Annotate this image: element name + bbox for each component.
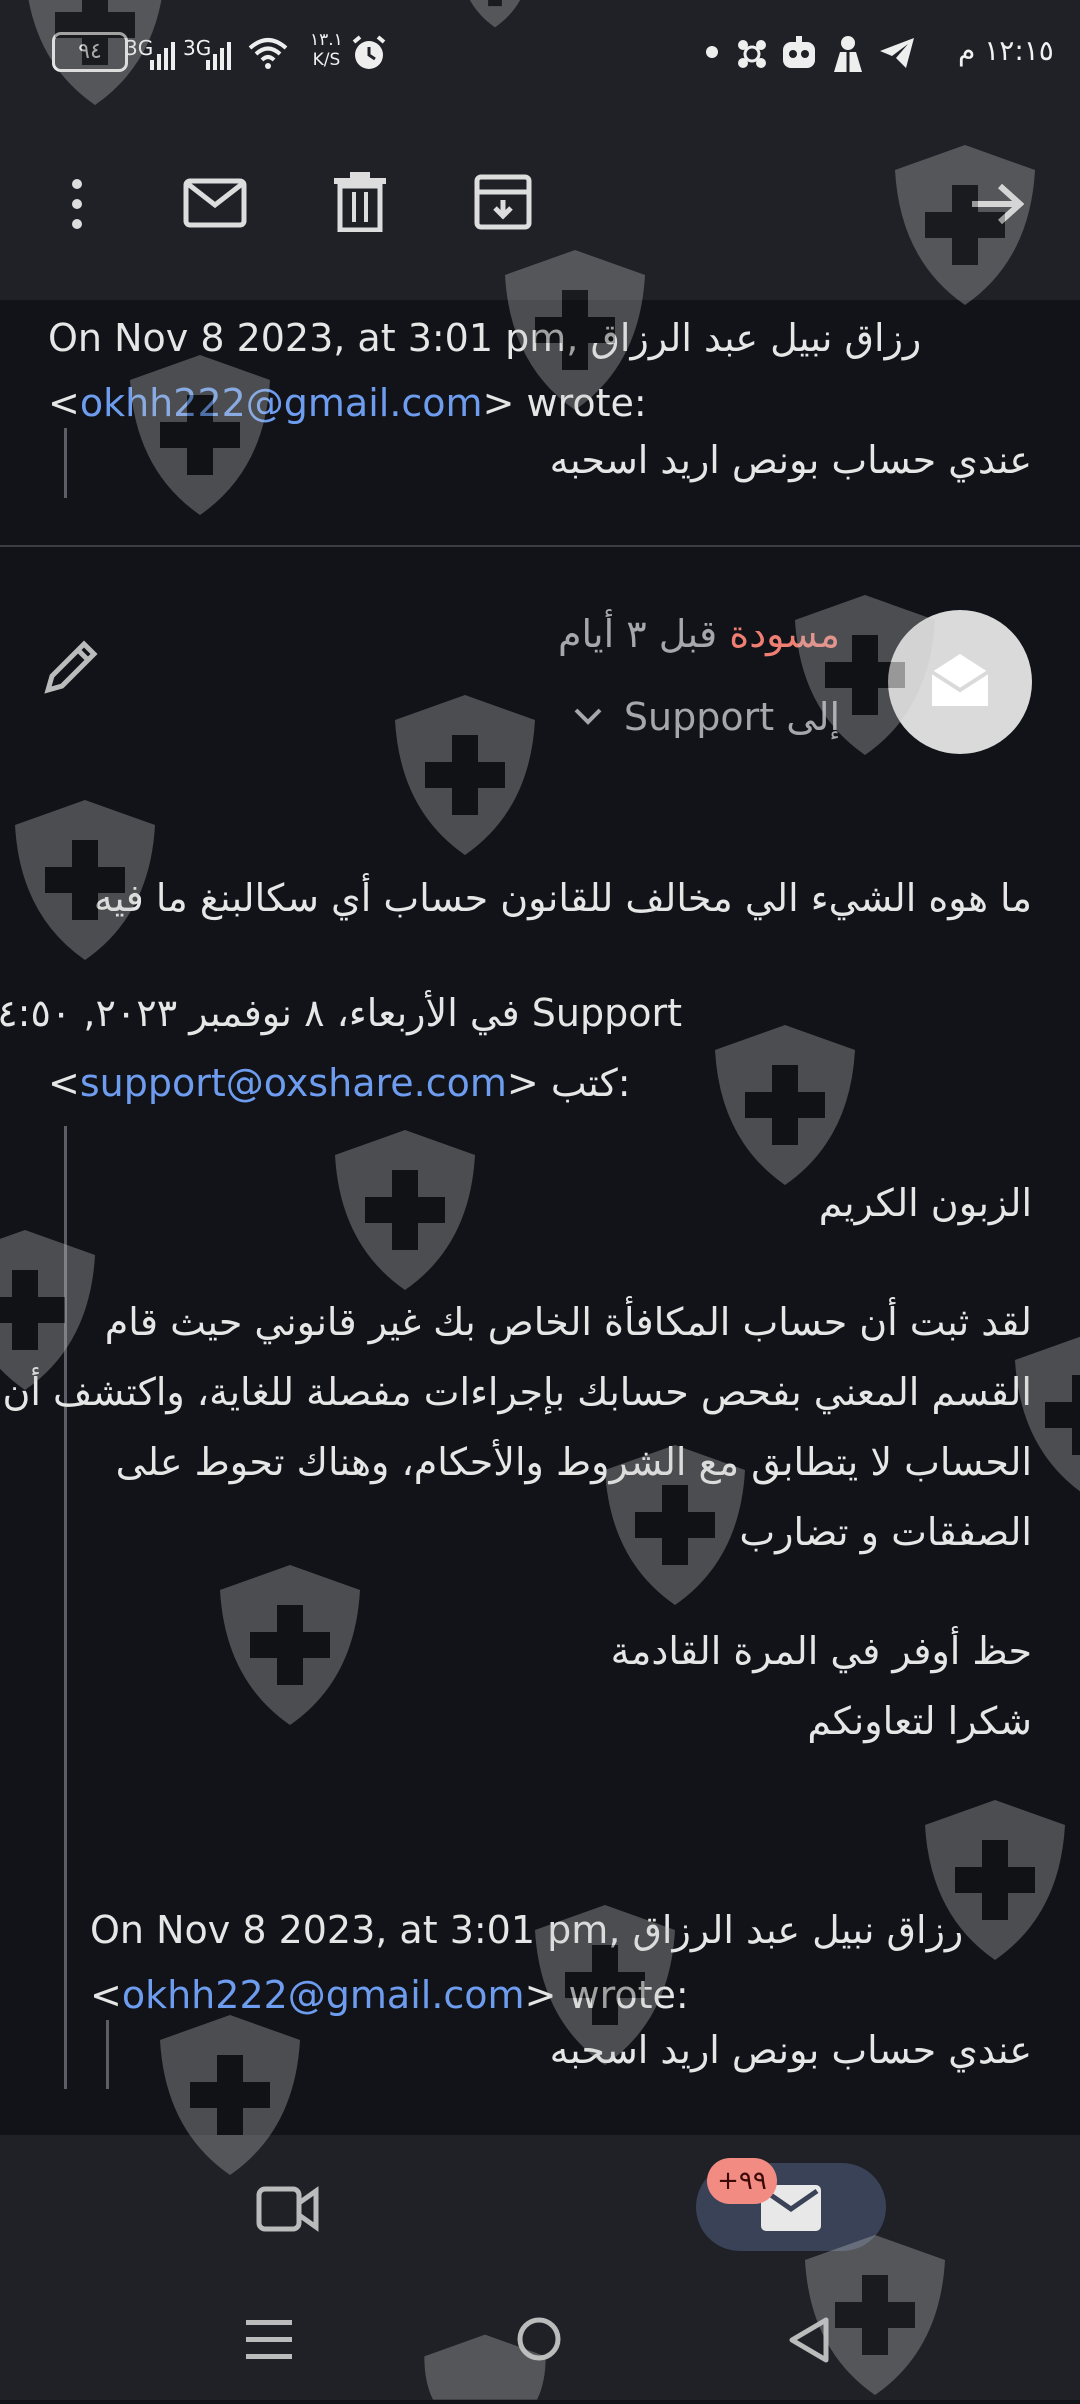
- video-camera-icon[interactable]: [256, 2183, 320, 2239]
- more-vert-icon[interactable]: [62, 174, 92, 234]
- attribution-date: On Nov 8 2023, at 3:01 pm,: [48, 316, 579, 360]
- status-bar: ٩٤ 3G 3G ١٣.١ K/S ١٢:١٥ م: [0, 0, 1080, 110]
- robot-app-icon: [780, 34, 818, 76]
- attribution-date: On Nov 8 2023, at 3:01 pm,: [90, 1908, 621, 1952]
- support-email-link[interactable]: support@oxshare.com: [80, 1061, 507, 1105]
- reply-sender: Support: [531, 991, 682, 1035]
- recipient-row[interactable]: إلى Support: [624, 692, 840, 742]
- back-icon[interactable]: [786, 2316, 830, 2368]
- email-link[interactable]: okhh222@gmail.com: [80, 381, 483, 425]
- alarm-icon: [350, 34, 388, 76]
- delete-icon[interactable]: [334, 172, 386, 232]
- watermark-shield-icon: [330, 1125, 480, 1295]
- network-speed: ١٣.١ K/S: [310, 30, 343, 70]
- chevron-down-icon[interactable]: [572, 704, 604, 732]
- nested-email-line: <okhh222@gmail.com> wrote:: [90, 1970, 689, 2020]
- paragraph-line: الحساب لا يتطابق مع الشروط والأحكام، وهن…: [115, 1440, 1032, 1484]
- bottom-navigation: [0, 2135, 1080, 2280]
- edit-pencil-icon[interactable]: [42, 636, 102, 700]
- paragraph-line: القسم المعني بفحص حسابك بإجراءات مفصلة ل…: [2, 1370, 1032, 1414]
- archive-icon[interactable]: [474, 174, 532, 230]
- closing-line: شكرا لتعاونكم: [807, 1699, 1032, 1743]
- attribution-name: رزاق نبيل عبد الرزاق: [590, 316, 922, 360]
- wrote-label: > wrote:: [524, 1973, 689, 2017]
- angle-open: <: [48, 1061, 80, 1105]
- signal-bars-icon: [206, 40, 232, 74]
- app-notification-icon: [734, 36, 770, 76]
- quote-bar: [64, 428, 67, 498]
- reply-attribution: Support في الأربعاء، ٨ نوفمبر ٢٠٢٣, ٤:٥٠…: [0, 988, 682, 1038]
- unread-count-badge: +٩٩: [707, 2158, 777, 2204]
- angle-open: <: [48, 381, 80, 425]
- notification-dot-icon: [706, 46, 718, 58]
- draft-header: مسودة قبل ٣ أيام: [558, 609, 840, 659]
- signal-bars-icon: [150, 40, 176, 74]
- telegram-icon: [878, 36, 916, 74]
- wrote-label: > wrote:: [482, 381, 647, 425]
- wrote-label: > كتب:: [506, 1061, 631, 1105]
- closing-line: حظ أوفر في المرة القادمة: [610, 1629, 1032, 1673]
- forward-arrow-icon[interactable]: [970, 182, 1024, 226]
- watermark-shield-icon: [390, 690, 540, 860]
- watermark-shield-icon: [710, 1020, 860, 1190]
- nested-quote-bar: [106, 2020, 109, 2089]
- nested-body: عندي حساب بونص اريد اسحبه: [549, 2028, 1032, 2072]
- draft-body: ما هوه الشيء الي مخالف للقانون حساب أي س…: [93, 876, 1032, 920]
- mark-unread-icon[interactable]: [183, 178, 247, 228]
- draft-label: مسودة: [729, 612, 840, 656]
- paragraph-line: الصفقات و تضارب: [739, 1510, 1032, 1554]
- greeting: الزبون الكريم: [818, 1181, 1032, 1225]
- recipient-name: Support: [623, 695, 775, 739]
- attribution-name: رزاق نبيل عبد الرزاق: [632, 1908, 964, 1952]
- quote-bar: [64, 1126, 67, 2089]
- battery-indicator: ٩٤: [52, 32, 128, 72]
- quote-email-line: <okhh222@gmail.com> wrote:: [48, 378, 647, 428]
- quoted-body: عندي حساب بونص اريد اسحبه: [549, 438, 1032, 482]
- clock: ١٢:١٥ م: [958, 34, 1054, 67]
- to-prefix: إلى: [786, 695, 840, 739]
- nested-attribution: On Nov 8 2023, at 3:01 pm, رزاق نبيل عبد…: [90, 1905, 963, 1955]
- system-navigation: [0, 2280, 1080, 2400]
- paragraph-line: لقد ثبت أن حساب المكافأة الخاص بك غير قا…: [104, 1300, 1032, 1344]
- signal-type-1: 3G: [125, 36, 154, 60]
- home-icon[interactable]: [516, 2316, 562, 2366]
- draft-envelope-icon: [930, 654, 990, 706]
- avatar[interactable]: [888, 610, 1032, 754]
- watermark-shield-icon: [215, 1560, 365, 1730]
- email-toolbar: [0, 110, 1080, 300]
- battery-level: ٩٤: [78, 39, 102, 64]
- email-link[interactable]: okhh222@gmail.com: [122, 1973, 525, 2017]
- wifi-icon: [248, 36, 288, 74]
- reply-date: في الأربعاء، ٨ نوفمبر ٢٠٢٣, ٤:٥٠ م: [0, 991, 520, 1035]
- person-app-icon: [830, 34, 866, 76]
- draft-time: قبل ٣ أيام: [557, 612, 718, 656]
- reply-email-line: <support@oxshare.com> كتب:: [48, 1058, 631, 1108]
- speed-value: ١٣.١: [310, 30, 343, 50]
- speed-unit: K/S: [312, 50, 341, 70]
- recents-icon[interactable]: [246, 2318, 292, 2366]
- quote-attribution: On Nov 8 2023, at 3:01 pm, رزاق نبيل عبد…: [48, 313, 921, 363]
- angle-open: <: [90, 1973, 122, 2017]
- message-divider: [0, 545, 1080, 547]
